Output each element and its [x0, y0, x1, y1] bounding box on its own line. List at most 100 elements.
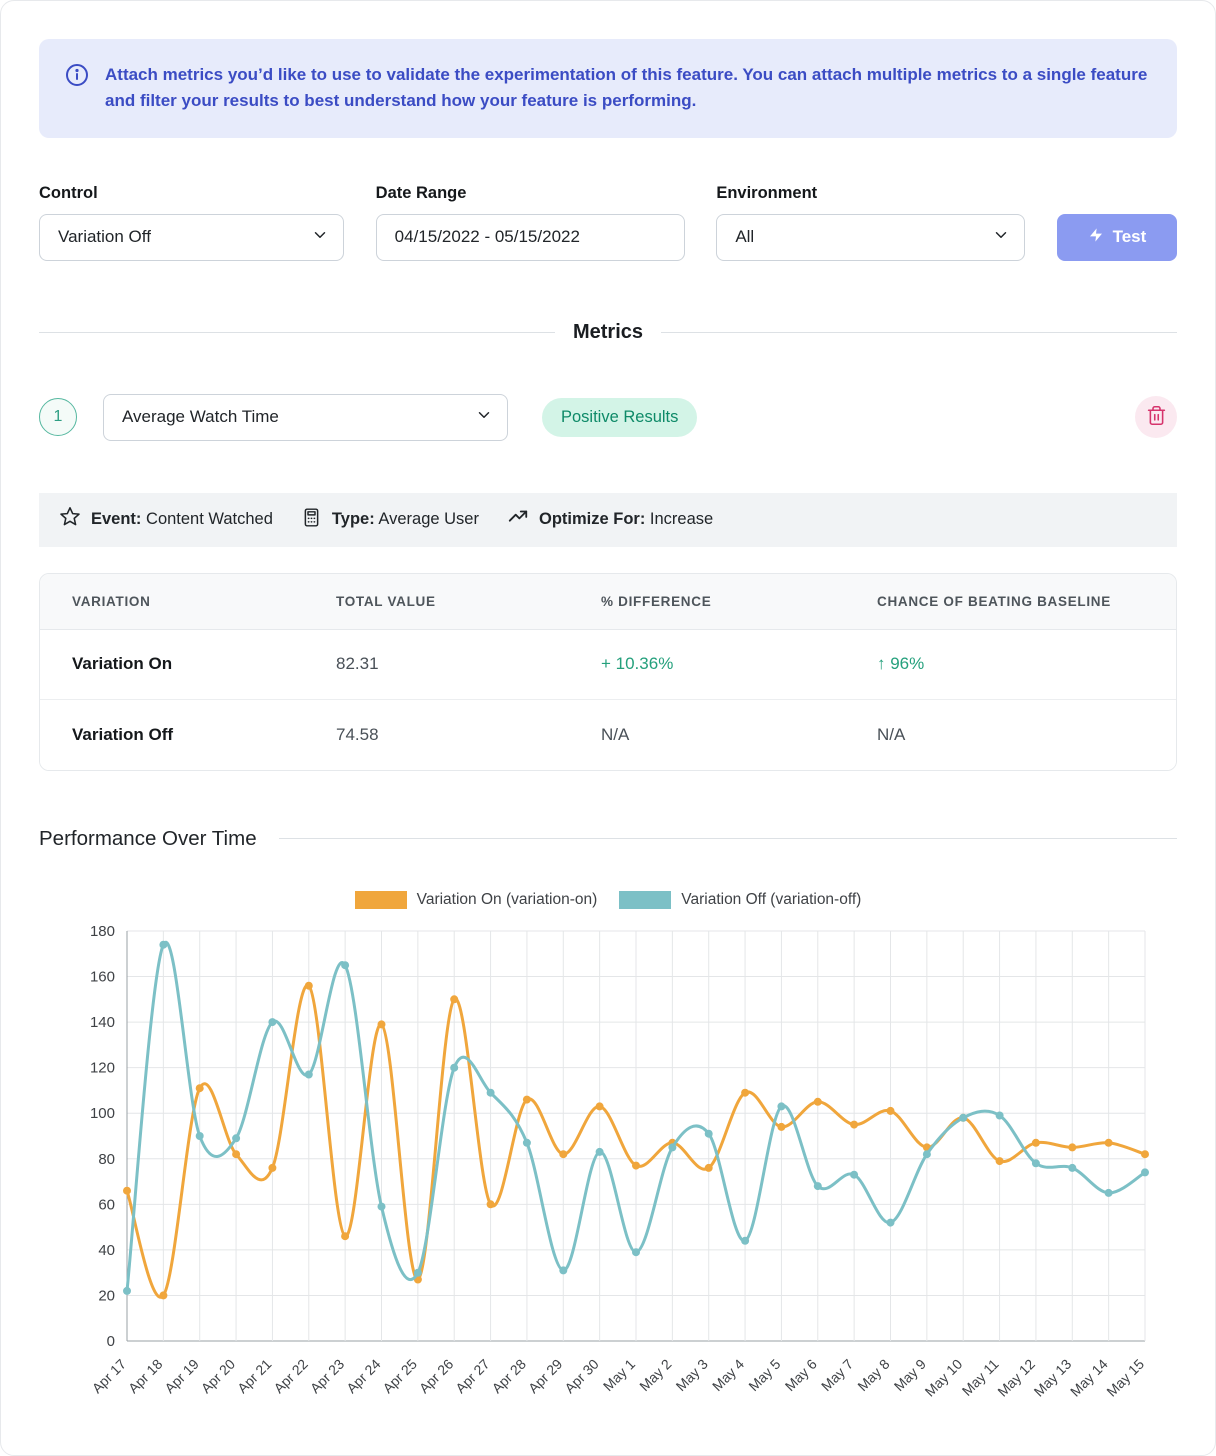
- environment-select[interactable]: All: [716, 214, 1025, 261]
- test-button-label: Test: [1113, 227, 1147, 247]
- star-icon: [59, 506, 81, 533]
- chance-cell: N/A: [877, 725, 1176, 745]
- svg-text:May 7: May 7: [818, 1355, 856, 1393]
- metric-meta-bar: Event: Content Watched Type: Average Use…: [39, 493, 1177, 547]
- table-header-variation: VARIATION: [72, 594, 336, 609]
- control-label: Control: [39, 184, 344, 203]
- environment-label: Environment: [716, 184, 1025, 203]
- delete-metric-button[interactable]: [1135, 396, 1177, 438]
- chance-cell: ↑ 96%: [877, 654, 1176, 674]
- legend-swatch-variation-off: [619, 891, 671, 909]
- svg-text:May 12: May 12: [994, 1355, 1038, 1399]
- metric-index-badge: 1: [39, 398, 77, 436]
- svg-text:Apr 20: Apr 20: [198, 1355, 239, 1396]
- performance-chart: 020406080100120140160180Apr 17Apr 18Apr …: [39, 917, 1179, 1456]
- difference-cell: + 10.36%: [601, 654, 877, 674]
- svg-text:Apr 30: Apr 30: [561, 1355, 602, 1396]
- date-range-label: Date Range: [376, 184, 685, 203]
- date-range-input[interactable]: 04/15/2022 - 05/15/2022: [376, 214, 685, 261]
- svg-text:May 8: May 8: [854, 1355, 892, 1393]
- legend-item-variation-on[interactable]: Variation On (variation-on): [355, 891, 598, 909]
- chevron-down-icon: [475, 406, 493, 429]
- performance-chart-container: Variation On (variation-on) Variation Of…: [39, 891, 1177, 1456]
- variation-name-cell: Variation Off: [72, 725, 336, 745]
- environment-select-value: All: [735, 227, 754, 247]
- svg-text:May 4: May 4: [709, 1355, 747, 1393]
- svg-text:Apr 27: Apr 27: [452, 1355, 493, 1396]
- svg-text:May 5: May 5: [745, 1355, 783, 1393]
- svg-text:Apr 29: Apr 29: [525, 1355, 566, 1396]
- svg-text:100: 100: [90, 1105, 115, 1122]
- svg-text:80: 80: [98, 1150, 115, 1167]
- svg-text:Apr 26: Apr 26: [416, 1355, 457, 1396]
- svg-text:May 13: May 13: [1031, 1355, 1075, 1399]
- chart-legend: Variation On (variation-on) Variation Of…: [39, 891, 1177, 909]
- trash-icon: [1146, 405, 1167, 429]
- svg-text:May 14: May 14: [1067, 1355, 1111, 1399]
- svg-text:Apr 22: Apr 22: [270, 1355, 311, 1396]
- chevron-down-icon: [311, 226, 329, 249]
- svg-text:180: 180: [90, 923, 115, 940]
- info-banner: Attach metrics you’d like to use to vali…: [39, 39, 1177, 138]
- info-banner-text: Attach metrics you’d like to use to vali…: [105, 62, 1151, 115]
- performance-section: Performance Over Time: [39, 827, 1177, 851]
- total-value-cell: 82.31: [336, 654, 601, 674]
- table-header-difference: % DIFFERENCE: [601, 594, 877, 609]
- table-header-total-value: TOTAL VALUE: [336, 594, 601, 609]
- variation-name-cell: Variation On: [72, 654, 336, 674]
- optimize-meta: Optimize For: Increase: [507, 506, 713, 533]
- chevron-down-icon: [992, 226, 1010, 249]
- metrics-section-divider: Metrics: [39, 321, 1177, 344]
- svg-text:40: 40: [98, 1242, 115, 1259]
- svg-text:May 11: May 11: [959, 1355, 1002, 1398]
- results-table: VARIATION TOTAL VALUE % DIFFERENCE CHANC…: [39, 573, 1177, 771]
- svg-text:Apr 19: Apr 19: [161, 1355, 202, 1396]
- feature-experimentation-panel: Attach metrics you’d like to use to vali…: [0, 0, 1216, 1456]
- svg-text:Apr 28: Apr 28: [489, 1355, 530, 1396]
- svg-text:140: 140: [90, 1014, 115, 1031]
- legend-label: Variation Off (variation-off): [681, 891, 861, 909]
- controls-row: Control Variation Off Date Range 04/15/2…: [39, 184, 1177, 261]
- calculator-icon: [301, 507, 322, 533]
- metrics-heading: Metrics: [573, 321, 643, 344]
- metric-select[interactable]: Average Watch Time: [103, 394, 508, 441]
- performance-heading: Performance Over Time: [39, 827, 257, 851]
- svg-text:160: 160: [90, 968, 115, 985]
- trend-up-icon: [507, 506, 529, 533]
- total-value-cell: 74.58: [336, 725, 601, 745]
- svg-text:Apr 23: Apr 23: [307, 1355, 348, 1396]
- table-row: Variation On 82.31 + 10.36% ↑ 96%: [40, 630, 1176, 700]
- svg-text:May 10: May 10: [922, 1355, 966, 1399]
- event-meta: Event: Content Watched: [59, 506, 273, 533]
- legend-item-variation-off[interactable]: Variation Off (variation-off): [619, 891, 861, 909]
- test-button[interactable]: Test: [1057, 214, 1177, 261]
- control-select[interactable]: Variation Off: [39, 214, 344, 261]
- svg-text:60: 60: [98, 1196, 115, 1213]
- svg-text:Apr 24: Apr 24: [343, 1355, 384, 1396]
- svg-text:May 1: May 1: [600, 1355, 638, 1393]
- date-range-value: 04/15/2022 - 05/15/2022: [395, 227, 580, 247]
- legend-label: Variation On (variation-on): [417, 891, 598, 909]
- heading-rule: [279, 838, 1177, 839]
- lightning-bolt-icon: [1088, 227, 1104, 248]
- table-row: Variation Off 74.58 N/A N/A: [40, 700, 1176, 770]
- svg-text:Apr 21: Apr 21: [234, 1355, 275, 1396]
- svg-text:May 3: May 3: [673, 1355, 711, 1393]
- svg-text:0: 0: [107, 1333, 115, 1350]
- positive-results-badge: Positive Results: [542, 398, 697, 437]
- legend-swatch-variation-on: [355, 891, 407, 909]
- metric-select-value: Average Watch Time: [122, 407, 279, 427]
- svg-text:Apr 25: Apr 25: [379, 1355, 420, 1396]
- info-icon: [65, 63, 89, 115]
- type-meta: Type: Average User: [301, 507, 479, 533]
- svg-text:Apr 18: Apr 18: [125, 1355, 166, 1396]
- svg-text:120: 120: [90, 1059, 115, 1076]
- control-select-value: Variation Off: [58, 227, 151, 247]
- svg-text:Apr 17: Apr 17: [89, 1355, 130, 1396]
- svg-text:May 6: May 6: [782, 1355, 820, 1393]
- svg-text:May 2: May 2: [636, 1355, 674, 1393]
- metric-row: 1 Average Watch Time Positive Results: [39, 394, 1177, 441]
- table-header-row: VARIATION TOTAL VALUE % DIFFERENCE CHANC…: [40, 574, 1176, 630]
- svg-text:20: 20: [98, 1287, 115, 1304]
- table-header-chance: CHANCE OF BEATING BASELINE: [877, 594, 1176, 609]
